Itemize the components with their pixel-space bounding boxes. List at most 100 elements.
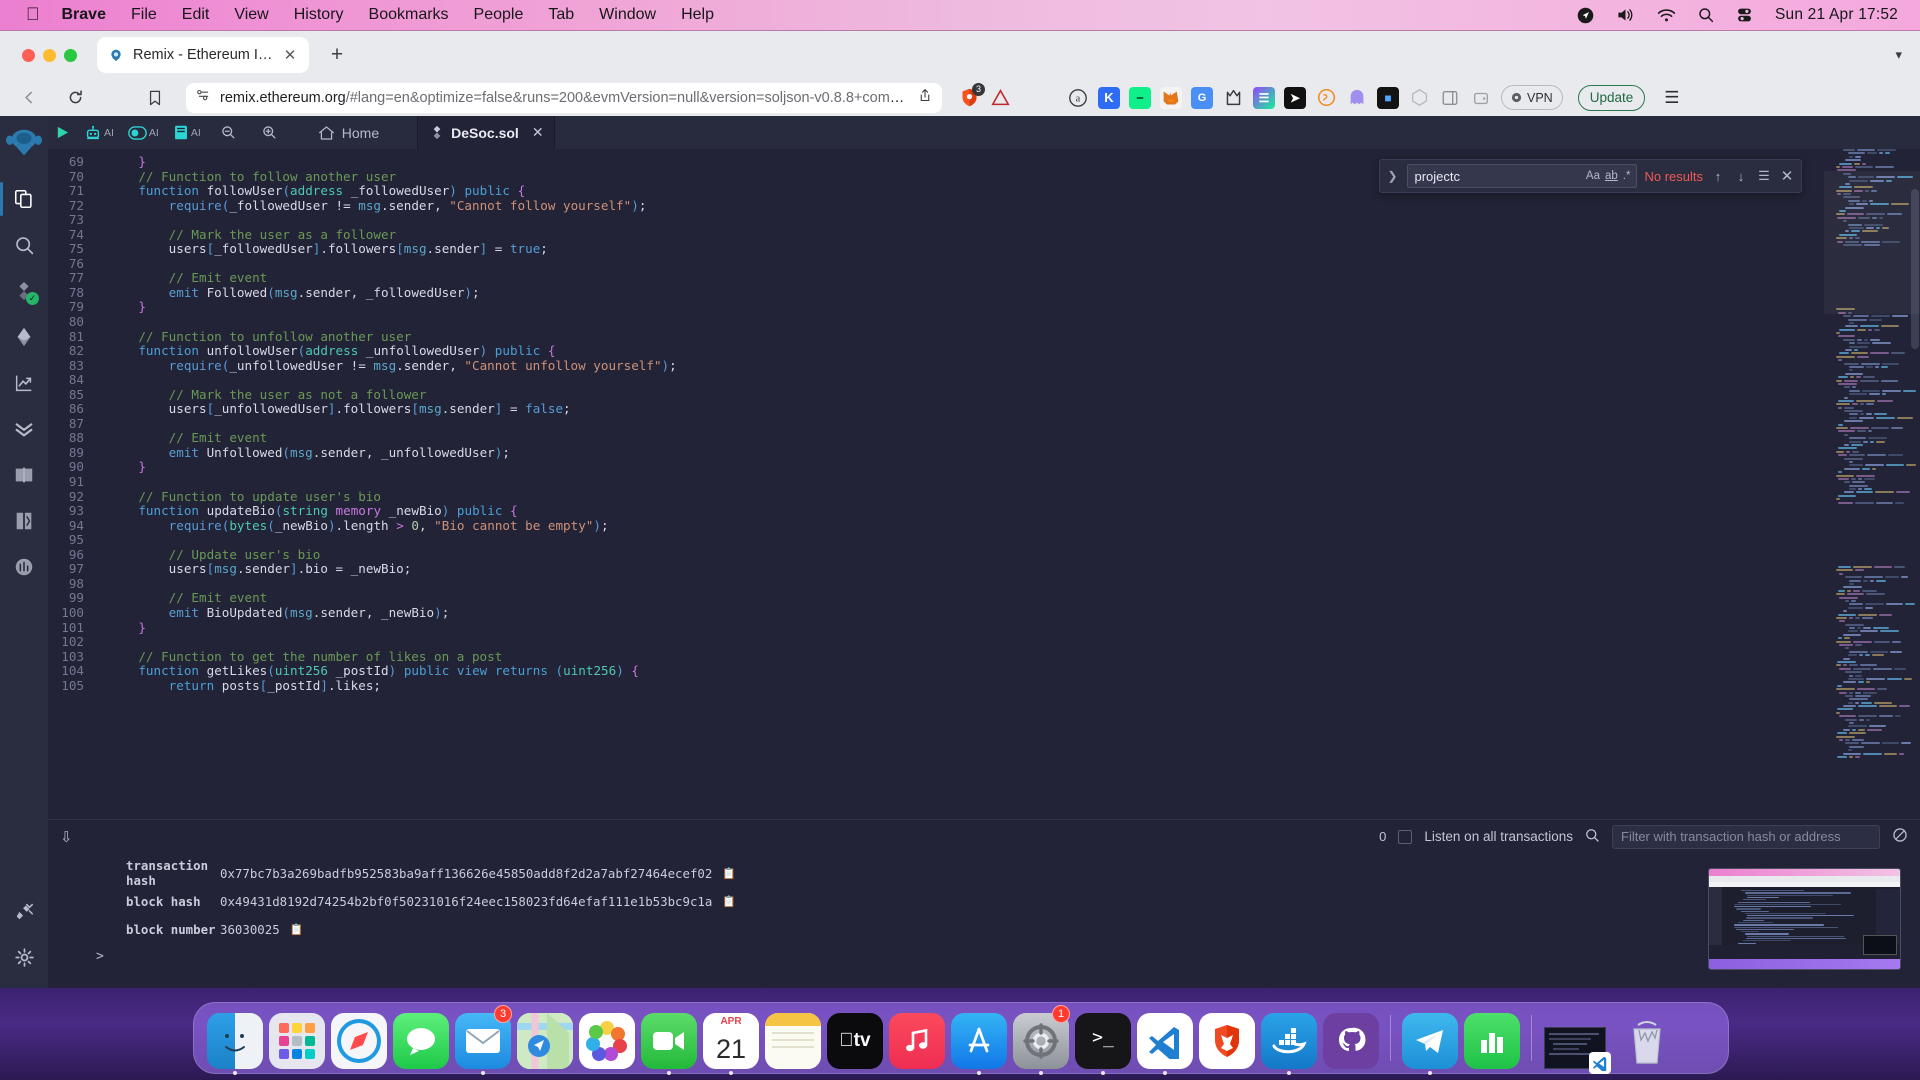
line-content[interactable]: function unfollowUser(address _unfollowe… [100,343,555,359]
address-bar[interactable]: remix.ethereum.org/#lang=en&optimize=fal… [186,82,942,113]
run-script-button[interactable] [48,116,77,149]
line-content[interactable]: require(bytes(_newBio).length > 0, "Bio … [100,518,609,534]
line-content[interactable]: // Function to update user's bio [100,489,381,505]
bookmark-icon[interactable] [142,85,168,111]
dock-item-docker[interactable] [1258,1007,1320,1075]
dock-item-music[interactable] [886,1007,948,1069]
brave-shield-icon[interactable]: 3 [958,82,985,109]
close-icon[interactable]: ✕ [282,47,298,64]
url-text[interactable]: remix.ethereum.org/#lang=en&optimize=fal… [220,90,909,106]
listen-on-all-transactions-checkbox[interactable] [1398,829,1413,844]
menu-item-tab[interactable]: Tab [548,6,574,24]
dock-item-visual-studio-code[interactable] [1134,1007,1196,1075]
menu-item-help[interactable]: Help [681,6,714,24]
unicorn-icon[interactable] [1222,87,1244,109]
line-content[interactable]: users[msg.sender].bio = _newBio; [100,562,412,577]
no-entry-icon[interactable] [1892,827,1908,847]
back-arrow-icon[interactable] [14,83,44,113]
line-content[interactable]: users[_unfollowedUser].followers[msg.sen… [100,402,571,417]
line-content[interactable]: function followUser(address _followedUse… [100,183,525,199]
line-content[interactable]: return posts[_postId].likes; [100,678,381,694]
sidebar-item-analytics[interactable] [0,360,48,406]
dock-item-github-desktop[interactable] [1320,1007,1382,1069]
line-content[interactable] [100,635,108,650]
line-content[interactable] [100,577,108,592]
whole-word-icon[interactable]: ab [1605,170,1618,182]
dock-item-maps[interactable] [514,1007,576,1069]
chevron-right-icon[interactable]: ❯ [1384,169,1400,183]
line-content[interactable]: emit Followed(msg.sender, _followedUser)… [100,285,480,301]
menu-item-history[interactable]: History [294,6,344,24]
vpn-button[interactable]: VPN [1501,85,1563,110]
dock-item-calendar[interactable]: APR 21 [700,1007,762,1075]
sidebar-item-circuit-compiler[interactable] [0,544,48,590]
line-content[interactable]: } [100,460,146,475]
dock-item-mail[interactable]: 3 [452,1005,514,1075]
line-content[interactable]: function updateBio(string memory _newBio… [100,503,517,519]
ai-toggle-button[interactable]: AI [121,116,166,149]
keplr-icon[interactable]: K [1098,86,1120,109]
line-content[interactable]: // Emit event [100,271,268,286]
ai-assistant-button[interactable]: AI [77,116,121,149]
sidebar-icon[interactable] [1439,87,1461,109]
sidebar-item-learneth[interactable] [0,452,48,498]
dock-item-brave-browser[interactable] [1196,1007,1258,1069]
share-icon[interactable] [918,88,932,107]
regex-icon[interactable]: .* [1623,170,1631,182]
copy-icon[interactable]: 📋 [722,895,736,908]
find-query[interactable]: projectc [1414,169,1580,184]
sidebar-item-search-in-files[interactable] [0,222,48,268]
apple-menu-icon[interactable]:  [26,5,40,23]
double-chevron-down-icon[interactable]: ⇩ [60,828,73,846]
dock-item-launchpad[interactable] [266,1007,328,1069]
menu-item-file[interactable]: File [131,6,157,24]
line-content[interactable] [100,373,108,388]
screen-share-preview[interactable] [1708,868,1901,970]
ai-docs-button[interactable]: AI [166,116,208,149]
remix-logo-icon[interactable] [4,124,44,164]
code-editor[interactable]: 69 } 70 // Function to follow another use… [48,149,1920,819]
line-content[interactable] [100,257,108,272]
close-icon[interactable]: ✕ [1779,167,1795,185]
copy-icon[interactable]: 📋 [722,867,736,880]
dock-item-messages[interactable] [390,1007,452,1069]
editor-minimap[interactable] [1824,149,1920,819]
volume-icon[interactable] [1616,7,1635,23]
adblock-icon[interactable]: a [1067,87,1089,109]
sidebar-item-solidity-unit-testing[interactable] [0,406,48,452]
zoom-in-button[interactable] [255,116,284,149]
hamburger-menu-icon[interactable]: ☰ [1664,88,1679,108]
line-content[interactable] [100,475,108,490]
maximize-window-button[interactable] [64,48,77,62]
site-settings-icon[interactable] [196,88,211,107]
sidebar-item-plugin-manager[interactable] [0,888,48,934]
close-icon[interactable]: ✕ [532,124,544,141]
dock-item-notes[interactable] [762,1007,824,1069]
menu-item-bookmarks[interactable]: Bookmarks [369,6,449,24]
magnifier-icon[interactable] [1585,828,1600,846]
find-widget[interactable]: ❯ projectc Aa ab .* No results ↑ ↓ ☰ ✕ [1379,159,1802,193]
dock-item-telegram[interactable] [1399,1007,1461,1075]
dock-item-terminal[interactable]: >_ [1072,1007,1134,1075]
update-button[interactable]: Update [1577,84,1646,111]
dock-item-finder[interactable] [204,1007,266,1075]
line-content[interactable]: // Mark the user as a follower [100,227,396,243]
line-content[interactable]: // Emit event [100,431,268,446]
tab-home[interactable]: Home [306,116,393,149]
match-case-icon[interactable]: Aa [1586,170,1600,182]
dock-item-facetime[interactable] [638,1007,700,1075]
line-content[interactable]: // Mark the user as not a follower [100,387,427,403]
line-content[interactable]: function getLikes(uint256 _postId) publi… [100,663,639,679]
line-content[interactable]: users[_followedUser].followers[msg.sende… [100,242,548,257]
line-content[interactable] [100,417,108,432]
menu-item-people[interactable]: People [474,6,524,24]
minimize-window-button[interactable] [43,48,56,62]
line-content[interactable] [100,533,108,548]
arrow-up-icon[interactable]: ↑ [1710,169,1726,184]
find-in-selection-icon[interactable]: ☰ [1756,168,1772,184]
line-content[interactable]: // Emit event [100,591,268,606]
line-content[interactable] [100,213,108,228]
dock-item-photos[interactable] [576,1007,638,1069]
line-content[interactable]: // Update user's bio [100,547,321,563]
browser-tab[interactable]: Remix - Ethereum IDE ✕ [97,37,309,73]
